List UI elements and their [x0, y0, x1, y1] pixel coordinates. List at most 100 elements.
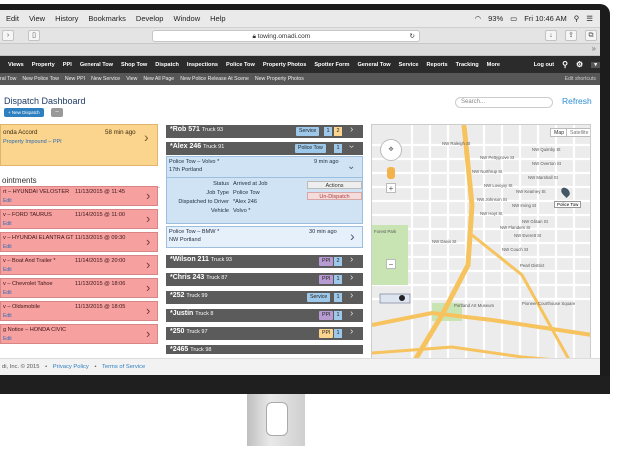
truck-row[interactable]: *Wilson 211 Truck 93 PPI 2 › [166, 254, 363, 268]
chevron-right-icon[interactable]: › [350, 308, 353, 319]
gear-icon[interactable]: ⚙ [576, 60, 583, 69]
terms-link[interactable]: Terms of Service [102, 364, 145, 370]
appointment-row[interactable]: v – HYUNDAI ELANTRA GT 11/13/2015 @ 09:3… [0, 232, 158, 252]
truck-row[interactable]: *2465 Truck 98 [166, 345, 363, 354]
pan-control-icon[interactable]: ✥ [380, 139, 402, 161]
nav-property[interactable]: Property [32, 62, 55, 68]
chevron-right-icon[interactable]: › [146, 188, 150, 203]
share-icon[interactable]: ⇪ [565, 30, 577, 41]
shortcut-new-ppi[interactable]: New PPI [65, 76, 85, 82]
new-tab-icon[interactable]: » [592, 44, 596, 53]
chevron-right-icon[interactable]: › [350, 254, 353, 265]
actions-button[interactable]: Actions [307, 181, 362, 189]
appointment-row[interactable]: v – Chevrolet Tahoe 11/13/2015 @ 18:06 E… [0, 278, 158, 298]
reload-icon[interactable]: ↻ [410, 31, 415, 42]
zoom-out-icon[interactable]: − [386, 259, 396, 269]
privacy-link[interactable]: Privacy Policy [53, 364, 89, 370]
search-icon[interactable]: ⚲ [562, 60, 568, 69]
chevron-right-icon[interactable]: › [350, 290, 353, 301]
shortcut-new-all-page[interactable]: New All Page [143, 76, 174, 82]
chevron-down-icon[interactable]: › [346, 145, 357, 148]
nav-tracking[interactable]: Tracking [456, 62, 479, 68]
shortcut-new-police-tow[interactable]: New Police Tow [22, 76, 59, 82]
shortcut-view[interactable]: View [126, 76, 137, 82]
appointment-row[interactable]: rt – HYUNDAI VELOSTER 11/13/2015 @ 11:45… [0, 186, 158, 206]
tabs-icon[interactable]: ⧉ [585, 30, 597, 41]
wifi-icon[interactable]: ◠ [475, 14, 482, 23]
appointment-edit-link[interactable]: Edit [3, 313, 12, 319]
truck-row[interactable]: *252 Truck 99 Service 1 › [166, 290, 363, 304]
appointment-row[interactable]: v – Boat And Trailer * 11/14/2015 @ 20:0… [0, 255, 158, 275]
truck-row[interactable]: *Alex 246 Truck 91 Police Tow 1 › [166, 142, 363, 155]
battery-icon[interactable]: ▭ [510, 14, 517, 23]
map-panel[interactable]: Map Satellite ✥ + − Police Tow NW Raleig… [371, 124, 591, 364]
menu-develop[interactable]: Develop [136, 14, 164, 23]
pickup-card[interactable]: onda Accord Property Impound – PPI 58 mi… [0, 124, 158, 166]
collapse-button[interactable]: – [51, 108, 63, 117]
chevron-right-icon[interactable]: › [350, 124, 353, 135]
chevron-down-icon[interactable]: ⌄ [347, 161, 355, 172]
job-card[interactable]: Police Tow – BMW * NW Portland 30 min ag… [166, 226, 363, 248]
nav-inspections[interactable]: Inspections [187, 62, 218, 68]
appointment-row[interactable]: v – Oldsmobile 11/13/2015 @ 18:05 Edit › [0, 301, 158, 321]
nav-more[interactable]: More [487, 62, 500, 68]
nav-ppi[interactable]: PPI [63, 62, 72, 68]
truck-row[interactable]: *Justin Truck 8 PPI 1 › [166, 308, 363, 322]
chevron-right-icon[interactable]: › [350, 228, 355, 244]
chevron-right-icon[interactable]: › [350, 326, 353, 337]
nav-police-tow[interactable]: Police Tow [226, 62, 255, 68]
nav-dispatch[interactable]: Dispatch [155, 62, 179, 68]
address-bar[interactable]: 🔒︎ towing.omadi.com ↻ [152, 30, 420, 42]
nav-general-tow-2[interactable]: General Tow [357, 62, 390, 68]
appointment-edit-link[interactable]: Edit [3, 336, 12, 342]
clock-label[interactable]: Fri 10:46 AM [524, 14, 567, 23]
chevron-right-icon[interactable]: › [146, 234, 150, 249]
chevron-right-icon[interactable]: › [146, 326, 150, 341]
notification-icon[interactable]: ☰ [586, 14, 593, 23]
menu-toggle-icon[interactable]: ▾ [591, 61, 600, 68]
shortcut-general-tow[interactable]: ral Tow [0, 76, 16, 82]
appointment-row[interactable]: g Notice – HONDA CIVIC Edit › [0, 324, 158, 344]
nav-reports[interactable]: Reports [427, 62, 448, 68]
chevron-right-icon[interactable]: › [146, 257, 150, 272]
appointment-edit-link[interactable]: Edit [3, 290, 12, 296]
download-icon[interactable]: ↓ [545, 30, 557, 41]
menu-view[interactable]: View [29, 14, 45, 23]
appointment-edit-link[interactable]: Edit [3, 244, 12, 250]
truck-row[interactable]: *Chris 243 Truck 87 PPI 1 › [166, 272, 363, 286]
truck-row[interactable]: *250 Truck 97 PPI 1 › [166, 326, 363, 340]
nav-service[interactable]: Service [399, 62, 419, 68]
nav-shop-tow[interactable]: Shop Tow [121, 62, 147, 68]
appointment-edit-link[interactable]: Edit [3, 198, 12, 204]
menu-history[interactable]: History [55, 14, 78, 23]
zoom-in-icon[interactable]: + [386, 183, 396, 193]
satellite-tab[interactable]: Satellite [566, 128, 590, 137]
nav-general-tow[interactable]: General Tow [80, 62, 113, 68]
logout-link[interactable]: Log out [534, 62, 555, 68]
menu-edit[interactable]: Edit [6, 14, 19, 23]
menu-bookmarks[interactable]: Bookmarks [88, 14, 126, 23]
pickup-sub[interactable]: Property Impound – PPI [3, 139, 62, 145]
chevron-right-icon[interactable]: › [146, 280, 150, 295]
search-input[interactable]: Search... [455, 97, 553, 108]
spotlight-icon[interactable]: ⚲ [574, 14, 580, 23]
truck-row[interactable]: *Rob 571 Truck 93 Service 1 2 › [166, 124, 363, 138]
battery-label[interactable]: 93% [488, 14, 503, 23]
menu-window[interactable]: Window [173, 14, 200, 23]
chevron-right-icon[interactable]: › [146, 303, 150, 318]
forward-icon[interactable]: › [2, 30, 14, 41]
undispatch-button[interactable]: Un-Dispatch [307, 192, 362, 200]
shortcut-new-service[interactable]: New Service [91, 76, 120, 82]
chevron-right-icon[interactable]: › [350, 272, 353, 283]
refresh-link[interactable]: Refresh [562, 96, 592, 106]
chevron-right-icon[interactable]: › [144, 129, 149, 145]
street-view-icon[interactable] [387, 167, 395, 179]
appointment-edit-link[interactable]: Edit [3, 267, 12, 273]
sidebar-icon[interactable]: ▯ [28, 30, 40, 41]
appointment-edit-link[interactable]: Edit [3, 221, 12, 227]
chevron-right-icon[interactable]: › [146, 211, 150, 226]
new-dispatch-button[interactable]: + New Dispatch [4, 108, 44, 117]
appointment-row[interactable]: v – FORD TAURUS 11/14/2015 @ 11:00 Edit … [0, 209, 158, 229]
job-card-expanded[interactable]: Police Tow – Volvo * 17th Portland 9 min… [166, 156, 363, 224]
shortcut-new-police-release[interactable]: New Police Release At Scene [180, 76, 249, 82]
